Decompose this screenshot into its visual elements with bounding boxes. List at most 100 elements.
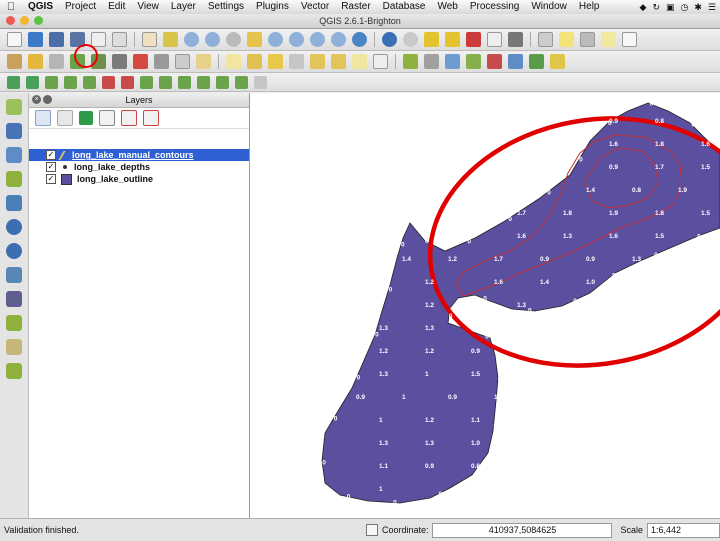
add-raster-layer-icon[interactable]: [424, 54, 439, 69]
select-features-icon[interactable]: [424, 32, 439, 47]
close-panel-icon[interactable]: ×: [32, 95, 41, 104]
layer-visibility-checkbox[interactable]: ✓: [46, 162, 56, 172]
add-wfs-side-icon[interactable]: [6, 267, 22, 283]
new-bookmark-icon[interactable]: [580, 32, 595, 47]
deselect-features-icon[interactable]: [445, 32, 460, 47]
float-panel-icon[interactable]: [43, 95, 52, 104]
menu-edit[interactable]: Edit: [102, 0, 131, 14]
add-oracle-icon[interactable]: [487, 54, 502, 69]
current-edits-icon[interactable]: [7, 54, 22, 69]
screen-icon[interactable]: ▣: [666, 2, 675, 13]
collapse-all-icon[interactable]: [121, 110, 137, 126]
delete-selected-icon[interactable]: [133, 54, 148, 69]
merge-attributes-icon[interactable]: [235, 75, 248, 89]
zoom-out-icon[interactable]: [205, 32, 220, 47]
layer-labeling-icon[interactable]: [226, 54, 241, 69]
statistics-icon[interactable]: [508, 32, 523, 47]
zoom-window-icon[interactable]: [34, 16, 43, 25]
zoom-layer-icon[interactable]: [289, 32, 304, 47]
label-options-icon[interactable]: [247, 54, 262, 69]
menu-project[interactable]: Project: [59, 0, 102, 14]
refresh-icon[interactable]: [352, 32, 367, 47]
cut-features-icon[interactable]: [154, 54, 169, 69]
map-tips-icon[interactable]: [559, 32, 574, 47]
save-project-icon[interactable]: [49, 32, 64, 47]
time-machine-icon[interactable]: ◷: [681, 2, 689, 13]
dropbox-icon[interactable]: ◆: [640, 2, 647, 13]
composer-manager-icon[interactable]: [112, 32, 127, 47]
add-csv-layer-icon[interactable]: [373, 54, 388, 69]
add-spatialite-side-icon[interactable]: [6, 171, 22, 187]
show-bookmarks-icon[interactable]: [601, 32, 616, 47]
toggle-editing-icon[interactable]: [28, 54, 43, 69]
add-postgis-side-icon[interactable]: [6, 147, 22, 163]
layer-row-depths[interactable]: ✓ long_lake_depths: [29, 161, 249, 173]
attribute-table-icon[interactable]: [487, 32, 502, 47]
close-window-icon[interactable]: [6, 16, 15, 25]
copy-features-icon[interactable]: [175, 54, 190, 69]
add-mssql-side-icon[interactable]: [6, 195, 22, 211]
identify-icon[interactable]: [382, 32, 397, 47]
menu-plugins[interactable]: Plugins: [250, 0, 295, 14]
paste-features-icon[interactable]: [196, 54, 211, 69]
reshape-features-icon[interactable]: [140, 75, 153, 89]
pin-labels-icon[interactable]: [268, 54, 283, 69]
add-wcs-icon[interactable]: [529, 54, 544, 69]
delete-ring-icon[interactable]: [102, 75, 115, 89]
add-postgis-icon[interactable]: [445, 54, 460, 69]
bluetooth-icon[interactable]: ✱: [694, 2, 702, 13]
wifi-icon[interactable]: ☰: [708, 2, 716, 13]
add-ring-icon[interactable]: [64, 75, 77, 89]
move-label-icon[interactable]: [310, 54, 325, 69]
change-label-icon[interactable]: [352, 54, 367, 69]
menu-view[interactable]: View: [131, 0, 165, 14]
show-hide-labels-icon[interactable]: [289, 54, 304, 69]
layer-visibility-checkbox[interactable]: ✓: [46, 150, 56, 160]
pan-map-icon[interactable]: [142, 32, 157, 47]
menu-layer[interactable]: Layer: [165, 0, 202, 14]
simplify-feature-icon[interactable]: [45, 75, 58, 89]
rotate-label-icon[interactable]: [331, 54, 346, 69]
layer-visibility-checkbox[interactable]: ✓: [46, 174, 56, 184]
merge-features-icon[interactable]: [216, 75, 229, 89]
layer-row-contours[interactable]: ✓ long_lake_manual_contours: [29, 149, 249, 161]
text-annotation-icon[interactable]: [622, 32, 637, 47]
redo-icon[interactable]: [26, 75, 39, 89]
new-print-composer-icon[interactable]: [91, 32, 106, 47]
split-parts-icon[interactable]: [197, 75, 210, 89]
undo-icon[interactable]: [7, 75, 20, 89]
add-raster-layer-side-icon[interactable]: [6, 123, 22, 139]
menu-app[interactable]: QGIS: [22, 0, 59, 14]
new-project-icon[interactable]: [7, 32, 22, 47]
add-wms-icon[interactable]: [508, 54, 523, 69]
add-delimited-text-side-icon[interactable]: [6, 291, 22, 307]
add-part-icon[interactable]: [83, 75, 96, 89]
add-wms-side-icon[interactable]: [6, 219, 22, 235]
layer-row-outline[interactable]: ✓ long_lake_outline: [29, 173, 249, 185]
measure-line-icon[interactable]: [538, 32, 553, 47]
zoom-actual-icon[interactable]: [226, 32, 241, 47]
minimize-window-icon[interactable]: [20, 16, 29, 25]
sync-icon[interactable]: ↻: [652, 2, 660, 13]
filter-legend-icon[interactable]: [79, 111, 93, 125]
plugin-tool-icon[interactable]: [550, 54, 565, 69]
new-spatialite-layer-side-icon[interactable]: [6, 339, 22, 355]
menu-vector[interactable]: Vector: [295, 0, 335, 14]
menu-database[interactable]: Database: [377, 0, 432, 14]
remove-layer-icon[interactable]: [143, 110, 159, 126]
map-canvas[interactable]: 0000000000000000000000000000000.90.81.61…: [250, 93, 720, 518]
menu-settings[interactable]: Settings: [202, 0, 250, 14]
layer-style-icon[interactable]: [35, 110, 51, 126]
menu-raster[interactable]: Raster: [335, 0, 376, 14]
zoom-last-icon[interactable]: [310, 32, 325, 47]
run-feature-action-icon[interactable]: [403, 32, 418, 47]
menu-processing[interactable]: Processing: [464, 0, 525, 14]
zoom-next-icon[interactable]: [331, 32, 346, 47]
zoom-selection-icon[interactable]: [268, 32, 283, 47]
save-layer-edits-icon[interactable]: [49, 54, 64, 69]
add-spatialite-icon[interactable]: [466, 54, 481, 69]
add-vector-layer-side-icon[interactable]: [6, 99, 22, 115]
field-calculator-icon[interactable]: [466, 32, 481, 47]
scale-field[interactable]: 1:6,442: [647, 522, 720, 538]
zoom-in-icon[interactable]: [184, 32, 199, 47]
